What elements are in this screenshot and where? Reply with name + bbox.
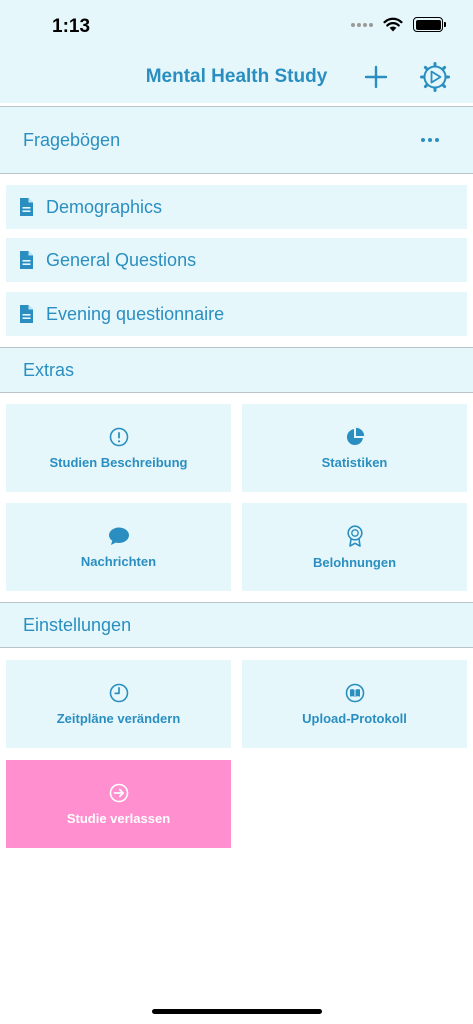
list-item-label: General Questions (46, 249, 197, 270)
tile-label: Belohnungen (312, 554, 397, 570)
tile-change-schedules[interactable]: Zeitpläne verändern (6, 660, 231, 748)
section-header-extras: Extras (0, 347, 473, 393)
book-icon (345, 683, 364, 702)
top-bar: 1:13 Mental Health Study (0, 0, 473, 103)
tile-messages[interactable]: Nachrichten (6, 503, 231, 591)
document-icon (20, 305, 33, 323)
page-title: Mental Health Study (145, 66, 328, 87)
section-header-questionnaires: Fragebögen (0, 106, 473, 174)
chat-bubble-icon (108, 527, 129, 545)
tile-label: Statistiken (321, 454, 388, 470)
tile-label: Nachrichten (80, 553, 157, 569)
document-icon (20, 198, 33, 216)
section-title: Extras (23, 359, 75, 380)
wifi-icon (383, 17, 403, 32)
more-options-icon[interactable] (421, 138, 439, 142)
settings-gear-icon[interactable] (420, 62, 450, 92)
tile-study-description[interactable]: Studien Beschreibung (6, 404, 231, 492)
section-title: Fragebögen (23, 129, 121, 150)
tile-rewards[interactable]: Belohnungen (242, 503, 467, 591)
add-button[interactable] (362, 63, 390, 91)
tile-label: Zeitpläne verändern (56, 710, 181, 726)
tile-label: Upload-Protokoll (302, 710, 407, 726)
tile-upload-log[interactable]: Upload-Protokoll (242, 660, 467, 748)
section-header-settings: Einstellungen (0, 602, 473, 648)
questionnaire-item-evening-questionnaire[interactable]: Evening questionnaire (6, 292, 467, 336)
tile-leave-study[interactable]: Studie verlassen (6, 760, 231, 848)
clock-icon (109, 683, 128, 702)
section-title: Einstellungen (23, 614, 132, 635)
home-indicator[interactable] (152, 1009, 322, 1014)
exit-icon (109, 783, 128, 802)
list-item-label: Demographics (46, 196, 163, 217)
info-icon (109, 427, 128, 446)
questionnaire-item-demographics[interactable]: Demographics (6, 185, 467, 229)
award-icon (346, 524, 363, 547)
status-time: 1:13 (52, 16, 91, 37)
battery-icon (413, 17, 446, 32)
tile-statistics[interactable]: Statistiken (242, 404, 467, 492)
pie-chart-icon (346, 427, 364, 445)
signal-icon (351, 22, 373, 27)
tile-label: Studie verlassen (66, 810, 171, 826)
status-indicators (351, 17, 446, 32)
tile-label: Studien Beschreibung (49, 454, 188, 470)
questionnaire-item-general-questions[interactable]: General Questions (6, 238, 467, 282)
document-icon (20, 251, 33, 269)
list-item-label: Evening questionnaire (46, 303, 225, 324)
